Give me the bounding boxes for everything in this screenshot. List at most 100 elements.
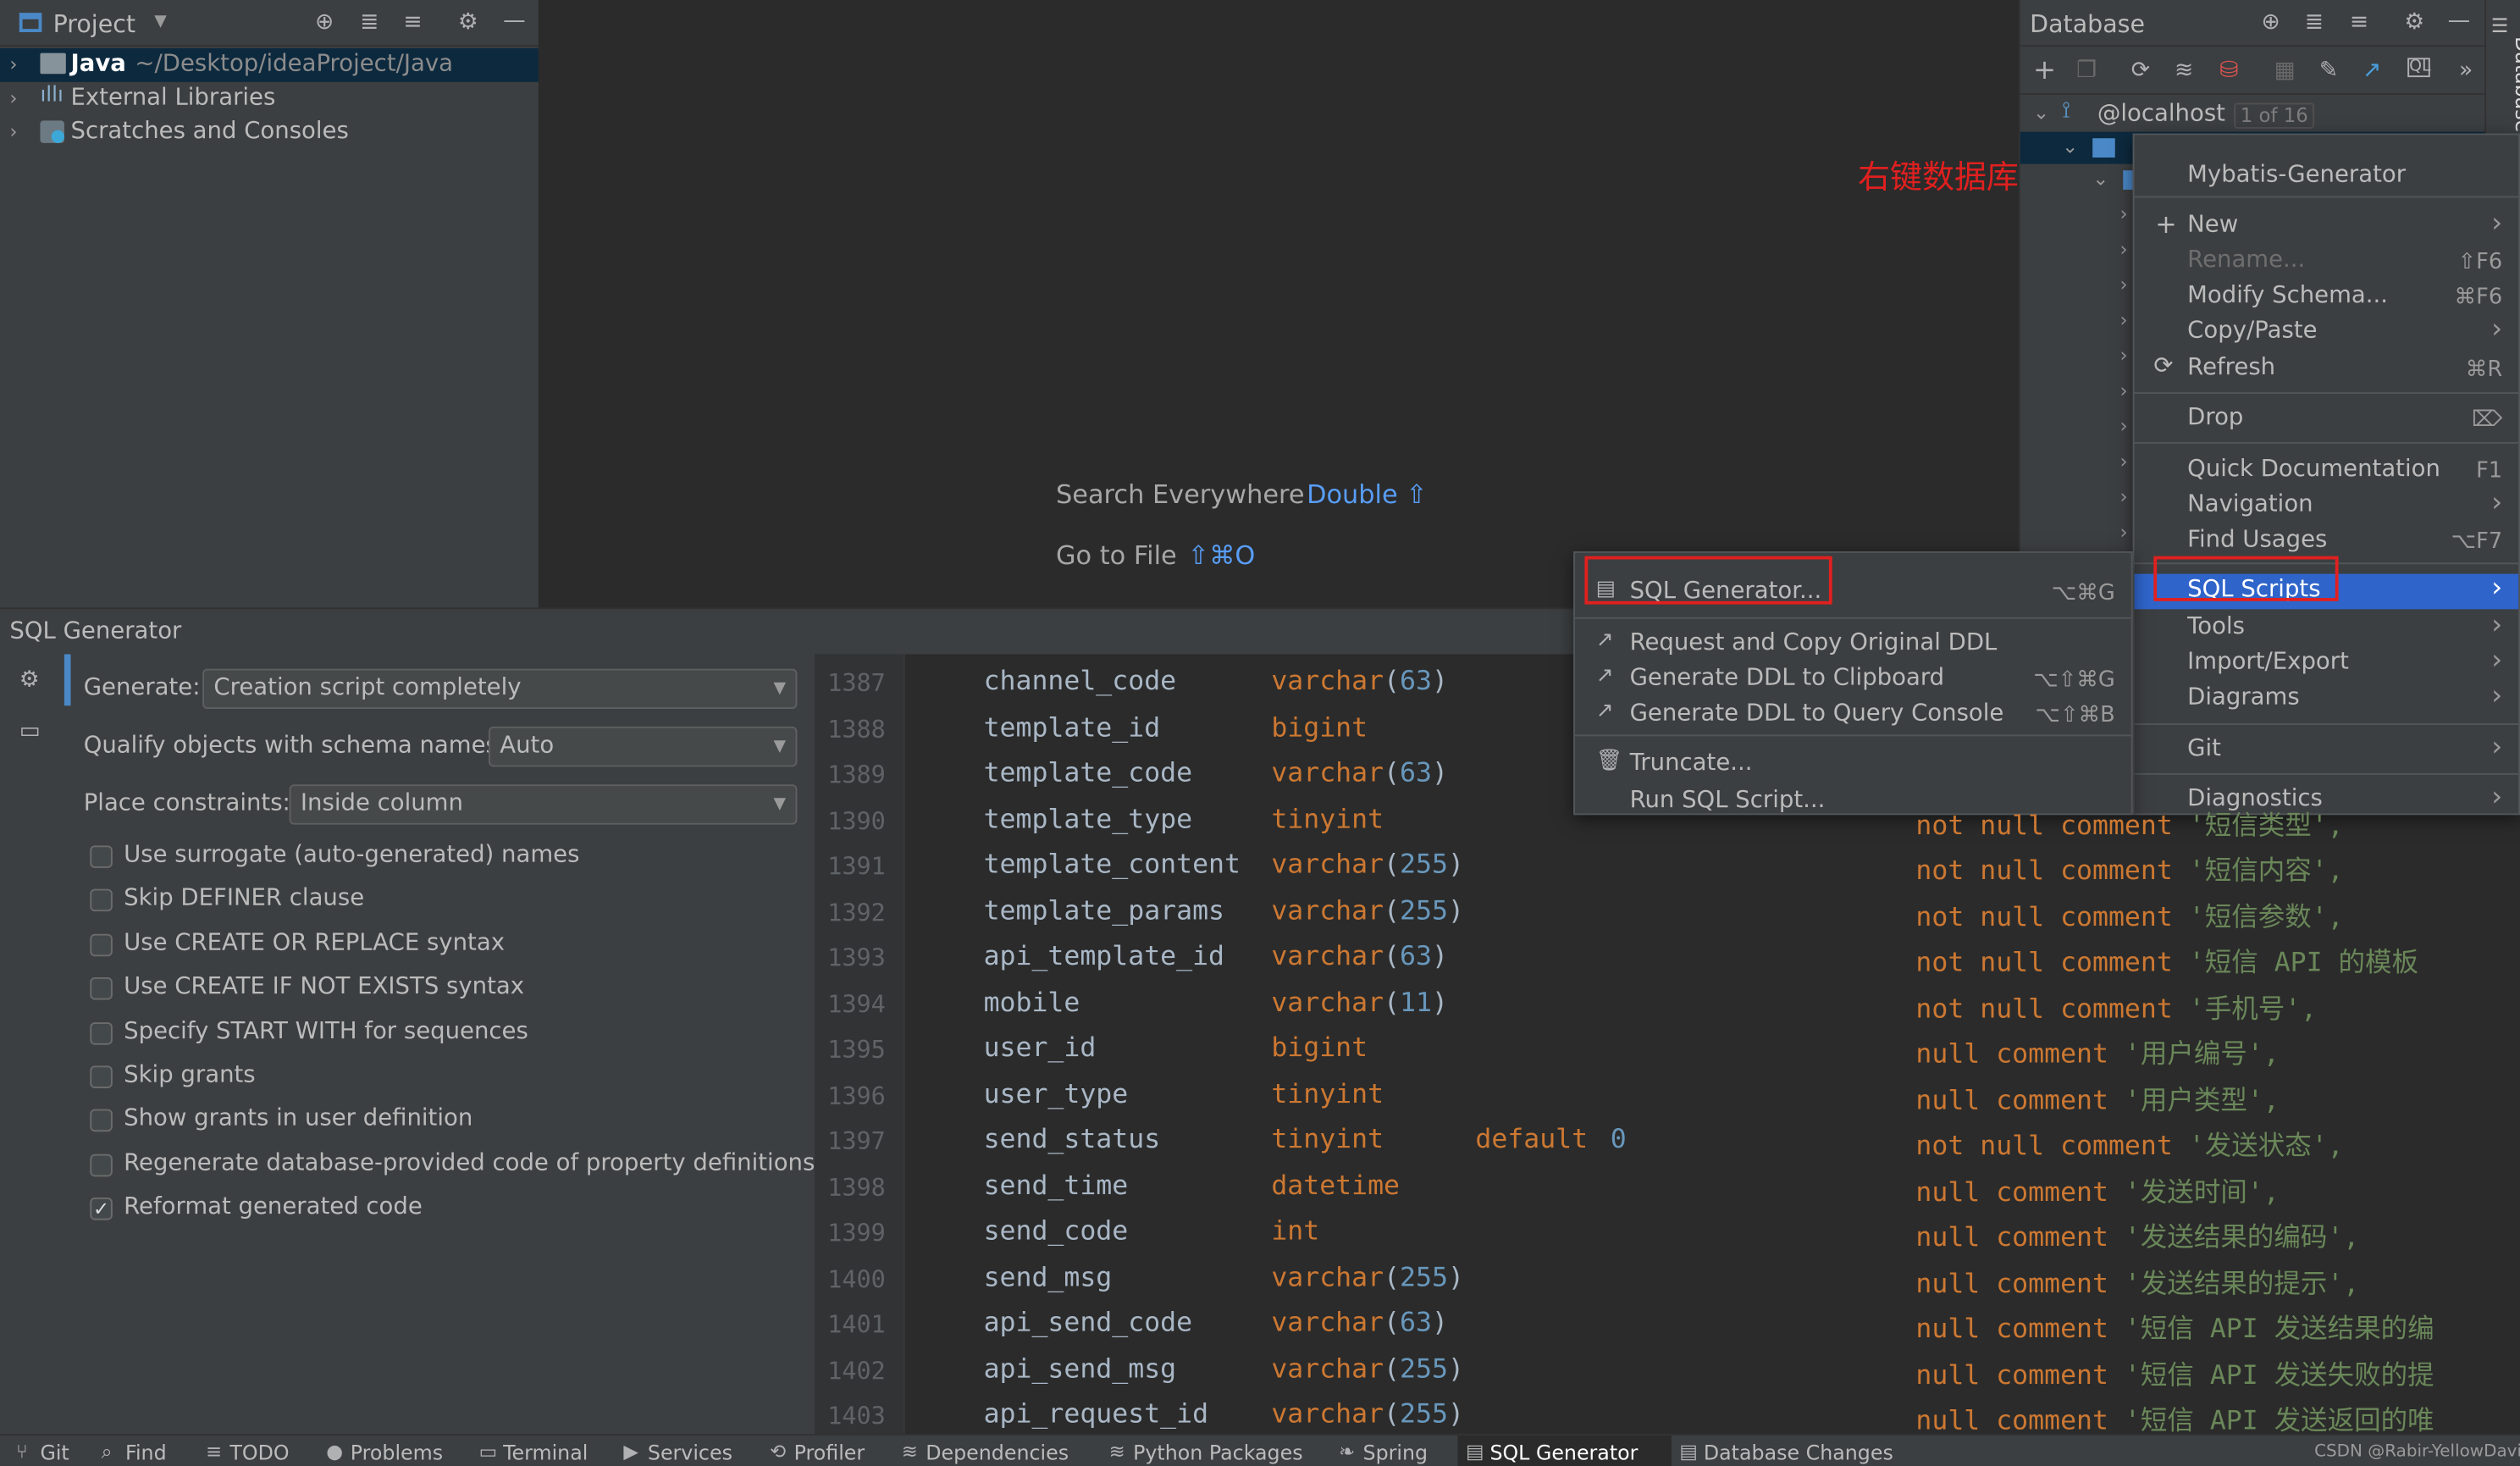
column-constraint: null comment '短信 API 发送结果的编	[1915, 1307, 2434, 1346]
schema-icon[interactable]: ≋	[2175, 58, 2193, 83]
bottom-tab-todo[interactable]: ≡ TODO	[197, 1436, 318, 1466]
menu-item-copy-paste[interactable]: Copy/Paste ›	[2135, 313, 2519, 351]
jump-icon[interactable]: ↗	[2362, 58, 2381, 83]
menu-item-navigation[interactable]: Navigation ›	[2135, 487, 2519, 524]
copy-ddl-icon: ↗	[1595, 628, 1614, 653]
menu-shortcut: ⌥F7	[2451, 528, 2503, 555]
paren-close: )	[1447, 1260, 1464, 1292]
bottom-tab-database-changes[interactable]: ▤ Database Changes	[1672, 1436, 1897, 1466]
chevron-down-icon: ▼	[773, 738, 787, 756]
gear-icon[interactable]: ⚙	[19, 667, 40, 693]
column-type: tinyint	[1271, 1078, 1384, 1109]
search-everywhere-hint: Search Everywhere	[1055, 479, 1305, 510]
menu-item-tools[interactable]: Tools ›	[2135, 609, 2519, 646]
chevron-down-icon: ▼	[773, 795, 787, 814]
add-icon[interactable]: +	[2033, 57, 2056, 84]
generate-select[interactable]: Creation script completely ▼	[202, 668, 798, 710]
hide-icon[interactable]: —	[503, 8, 526, 33]
constraint-keywords: null comment	[1915, 1084, 2125, 1115]
qualify-select[interactable]: Auto ▼	[488, 726, 798, 767]
clipboard-icon: ↗	[1595, 663, 1614, 689]
checkbox[interactable]	[90, 889, 113, 912]
chevron-down-icon[interactable]: ⌄	[2092, 167, 2108, 190]
bottom-tab-label: Database Changes	[1703, 1440, 1893, 1465]
paren-open: (	[1384, 940, 1401, 971]
bottom-tab-spring[interactable]: ❧ Spring	[1331, 1436, 1458, 1466]
table-icon[interactable]: ▦	[2274, 58, 2296, 83]
tree-item-external-libraries[interactable]: › ıllı External Libraries	[0, 82, 539, 116]
expand-all-icon[interactable]: ≣	[2305, 9, 2324, 35]
tree-item-localhost[interactable]: ⌄ ⟟ @localhost 1 of 16	[2020, 98, 2486, 132]
chevron-down-icon[interactable]: ▼	[154, 13, 167, 30]
project-panel-title[interactable]: Project	[53, 9, 135, 38]
chevron-right-icon[interactable]: ›	[9, 53, 17, 76]
menu-item-modify-schema[interactable]: Modify Schema... ⌘F6	[2135, 279, 2519, 315]
checkbox[interactable]	[90, 1153, 113, 1176]
expand-all-icon[interactable]: ≣	[360, 9, 379, 35]
checkbox[interactable]	[90, 1109, 113, 1132]
chevron-down-icon[interactable]: ⌄	[2033, 102, 2049, 124]
checkbox-checked[interactable]: ✓	[90, 1198, 113, 1220]
bottom-tab-python-packages[interactable]: ≋ Python Packages	[1101, 1436, 1330, 1466]
chevron-right-icon[interactable]: ›	[9, 120, 17, 143]
checkbox[interactable]	[90, 845, 113, 868]
console-icon[interactable]: QL	[2407, 58, 2431, 78]
checkbox[interactable]	[90, 933, 113, 956]
menu-item-new[interactable]: New › +	[2135, 207, 2519, 245]
submenu-item-truncate[interactable]: 🗑 Truncate...	[1575, 748, 2131, 783]
locate-icon[interactable]: ⊕	[315, 9, 334, 35]
bottom-tab-profiler[interactable]: ⟲ Profiler	[762, 1436, 894, 1466]
project-panel-header: Project ▼ ⊕ ≣ ≡ ⚙ —	[0, 0, 539, 47]
disconnect-icon[interactable]: ⛁	[2219, 58, 2238, 83]
chevron-right-icon: ›	[2491, 781, 2503, 814]
place-constraints-select[interactable]: Inside column ▼	[289, 784, 798, 825]
checkbox[interactable]	[90, 977, 113, 1000]
refresh-icon[interactable]: ⟳	[2131, 58, 2150, 83]
menu-item-diagrams[interactable]: Diagrams ›	[2135, 680, 2519, 717]
checkbox[interactable]	[90, 1065, 113, 1088]
menu-item-mybatis-generator[interactable]: Mybatis-Generator	[2135, 159, 2519, 195]
menu-item-git[interactable]: Git ›	[2135, 732, 2519, 768]
tree-item-scratches[interactable]: › Scratches and Consoles	[0, 116, 539, 150]
bottom-tab-services[interactable]: ▶ Services	[616, 1436, 762, 1466]
bottom-tab-problems[interactable]: ● Problems	[318, 1436, 471, 1466]
gear-icon[interactable]: ⚙	[2404, 9, 2424, 35]
bottom-tab-terminal[interactable]: ▭ Terminal	[471, 1436, 616, 1466]
collapse-all-icon[interactable]: ≡	[403, 9, 422, 35]
menu-item-refresh[interactable]: Refresh ⌘R ⟳	[2135, 352, 2519, 388]
edit-icon[interactable]: ✎	[2319, 58, 2338, 83]
save-icon[interactable]: ▭	[19, 718, 41, 744]
type-name: varchar	[1271, 756, 1384, 788]
tree-item-java[interactable]: › Java ~/Desktop/ideaProject/Java	[0, 47, 539, 82]
submenu-item-request-and-copy-original-ddl[interactable]: ↗ Request and Copy Original DDL	[1575, 627, 2131, 662]
chevron-right-icon[interactable]: ›	[9, 86, 17, 109]
menu-item-quick-documentation[interactable]: Quick Documentation F1	[2135, 453, 2519, 489]
submenu-item-generate-ddl-to-clipboard[interactable]: ↗ Generate DDL to Clipboard ⌥⇧⌘G	[1575, 662, 2131, 698]
paren-close: )	[1431, 1307, 1448, 1338]
more-icon[interactable]: »	[2459, 58, 2473, 83]
bottom-tab-sql-generator[interactable]: ▤ SQL Generator	[1457, 1435, 1672, 1466]
duplicate-icon[interactable]: ❐	[2076, 58, 2097, 83]
chevron-down-icon[interactable]: ⌄	[2062, 135, 2078, 158]
gear-icon[interactable]: ⚙	[458, 9, 478, 35]
search-icon: ⌕	[101, 1440, 113, 1463]
bottom-tab-git[interactable]: ⑂ Git	[8, 1436, 93, 1466]
checkbox[interactable]	[90, 1021, 113, 1044]
collapse-all-icon[interactable]: ≡	[2350, 9, 2368, 35]
menu-item-drop[interactable]: Drop ⌦	[2135, 402, 2519, 438]
constraint-keywords: not null comment	[1915, 993, 2189, 1024]
column-comment: '短信 API 发送返回的唯	[2124, 1404, 2434, 1436]
locate-icon[interactable]: ⊕	[2261, 9, 2280, 35]
scratches-icon	[40, 120, 64, 143]
schema-count-badge[interactable]: 1 of 16	[2234, 102, 2315, 129]
bottom-tab-find[interactable]: ⌕ Find	[93, 1436, 197, 1466]
menu-item-import-export[interactable]: Import/Export ›	[2135, 644, 2519, 682]
menu-item-find-usages[interactable]: Find Usages ⌥F7	[2135, 524, 2519, 560]
menu-separator	[2134, 392, 2519, 395]
paren-close: )	[1447, 1398, 1464, 1430]
hide-icon[interactable]: —	[2448, 8, 2471, 33]
menu-item-rename[interactable]: Rename... ⇧F6	[2135, 244, 2519, 279]
bottom-tab-dependencies[interactable]: ≋ Dependencies	[893, 1436, 1101, 1466]
submenu-item-generate-ddl-to-query-console[interactable]: ↗ Generate DDL to Query Console ⌥⇧⌘B	[1575, 698, 2131, 733]
line-number: 1403	[827, 1402, 886, 1431]
